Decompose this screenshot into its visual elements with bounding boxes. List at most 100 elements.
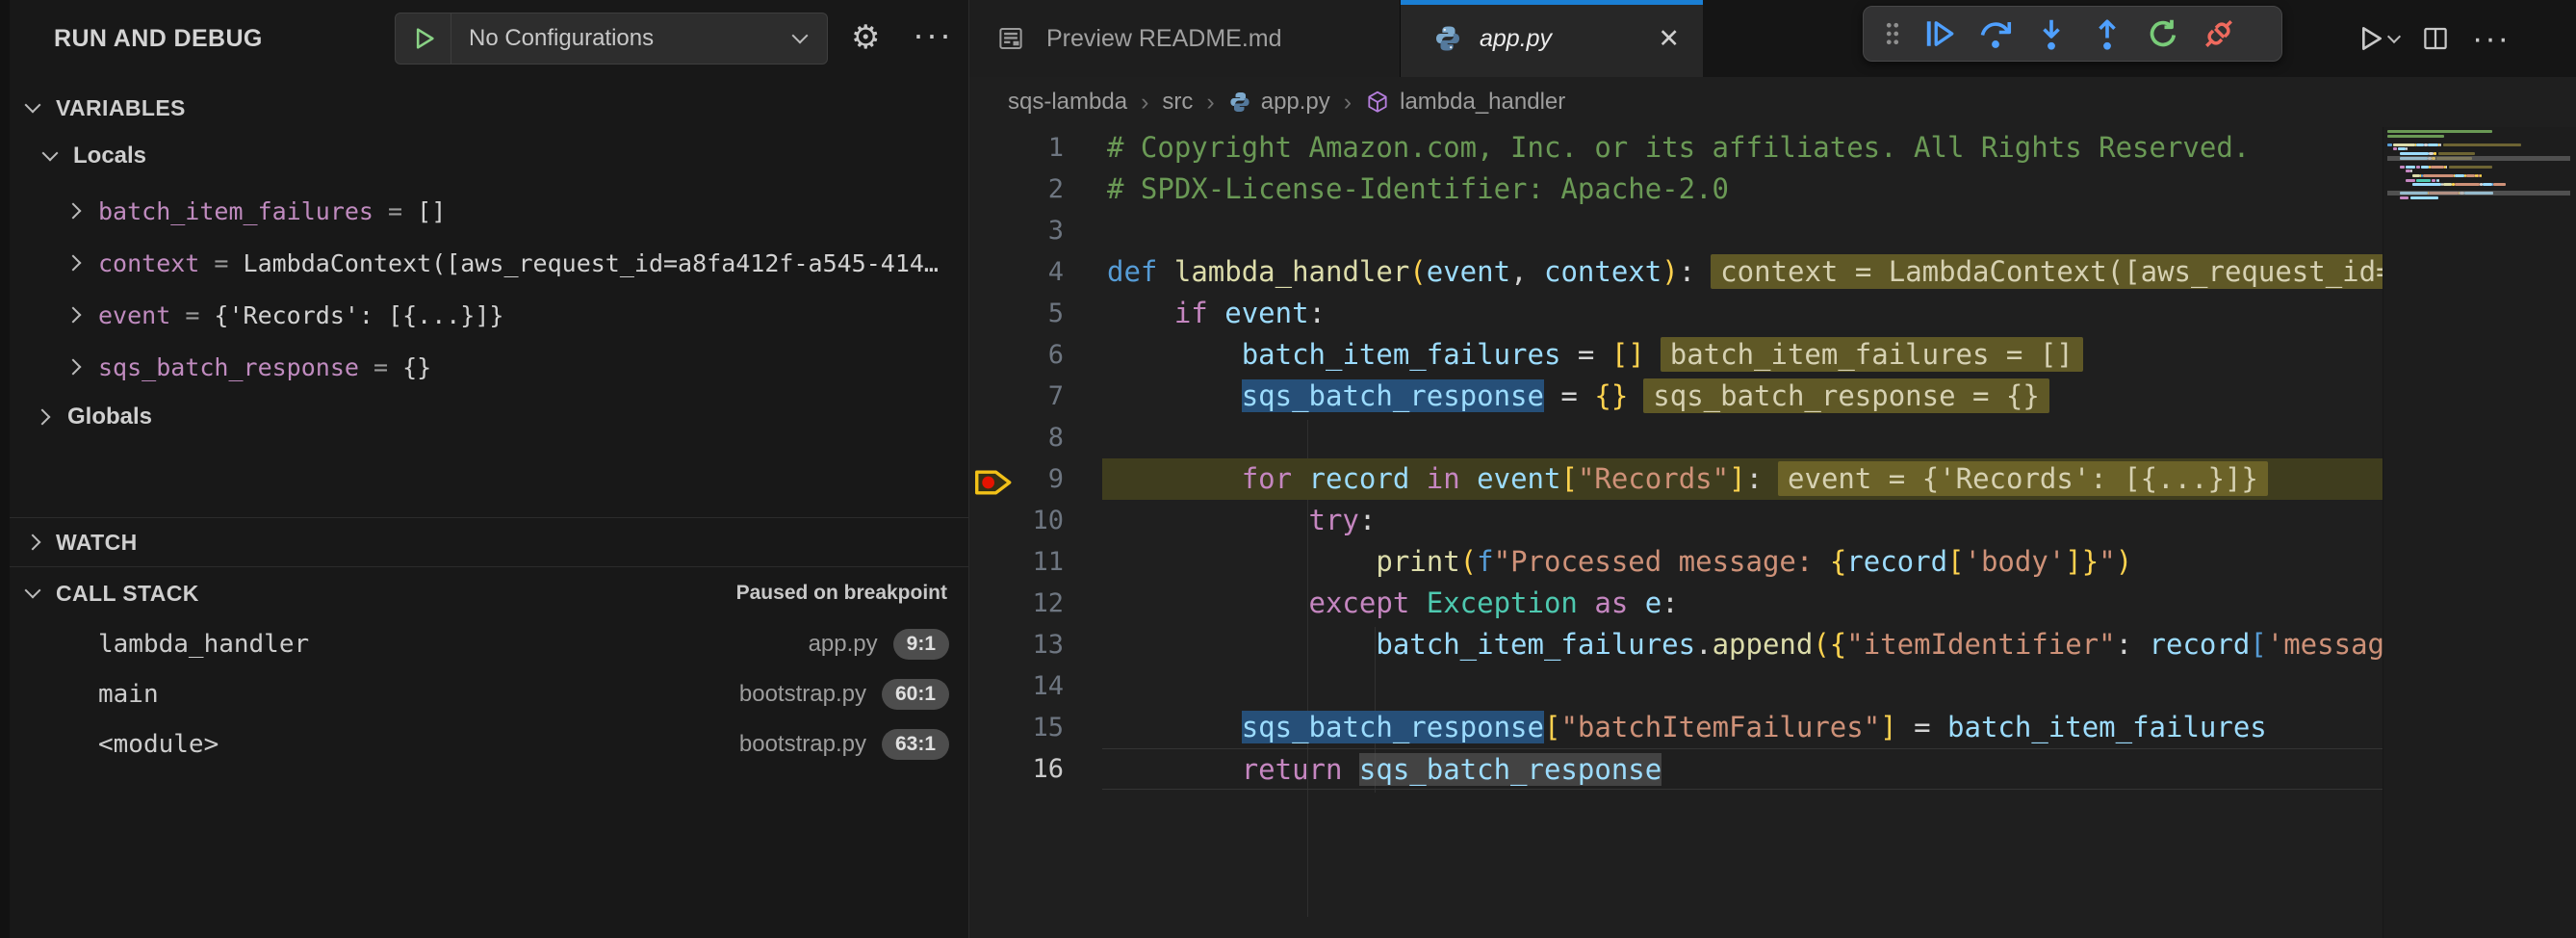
minimap[interactable] bbox=[2383, 127, 2576, 938]
line-number[interactable]: 1 bbox=[969, 127, 1064, 169]
equals-sign: = bbox=[170, 301, 214, 329]
minimap-line-bar bbox=[2416, 179, 2430, 182]
line-number[interactable]: 5 bbox=[969, 293, 1064, 334]
locals-group[interactable]: Locals bbox=[10, 133, 968, 179]
variables-section-header[interactable]: VARIABLES bbox=[10, 87, 968, 129]
minimap-line-bar bbox=[2438, 152, 2475, 155]
minimap-line-bar bbox=[2439, 143, 2441, 146]
inline-debug-value: context = LambdaContext([aws_request_id=… bbox=[1711, 254, 2383, 289]
editor-tab-bar: Preview README.md app.py ✕ bbox=[969, 0, 2576, 77]
split-editor-icon[interactable] bbox=[2412, 15, 2459, 62]
debug-configuration-label: No Configurations bbox=[451, 25, 794, 52]
line-number[interactable]: 7 bbox=[969, 376, 1064, 417]
line-number[interactable]: 8 bbox=[969, 417, 1064, 458]
minimap-line-bar bbox=[2387, 143, 2392, 146]
code-line-9[interactable]: for record in event["Records"]:event = {… bbox=[1102, 458, 2383, 500]
step-into-icon[interactable] bbox=[2023, 11, 2079, 57]
breadcrumb-folder[interactable]: sqs-lambda bbox=[1008, 89, 1127, 116]
code-line-16[interactable]: return sqs_batch_response bbox=[1102, 748, 2383, 790]
code-token: . bbox=[1695, 628, 1712, 661]
minimap-line-bar bbox=[2480, 174, 2482, 177]
activity-bar-edge bbox=[0, 0, 10, 938]
minimap-line-bar bbox=[2412, 174, 2420, 177]
code-line-10[interactable]: try: bbox=[1102, 500, 2383, 541]
code-line-11[interactable]: print(f"Processed message: {record['body… bbox=[1102, 541, 2383, 583]
line-number[interactable]: 12 bbox=[969, 583, 1064, 624]
drag-handle-icon[interactable] bbox=[1873, 11, 1912, 57]
minimap-line-bar bbox=[2393, 147, 2396, 150]
disconnect-icon[interactable] bbox=[2191, 11, 2247, 57]
variable-row-context[interactable]: context = LambdaContext([aws_request_id=… bbox=[10, 237, 968, 289]
code-line-8[interactable] bbox=[1102, 417, 2383, 458]
code-line-15[interactable]: sqs_batch_response["batchItemFailures"] … bbox=[1102, 707, 2383, 748]
breadcrumb-symbol[interactable]: lambda_handler bbox=[1365, 89, 1565, 116]
code-token: in bbox=[1427, 462, 1460, 495]
run-and-debug-sidebar: RUN AND DEBUG No Configurations ⚙ ··· VA… bbox=[10, 0, 969, 938]
stack-frame-lambda-handler[interactable]: lambda_handler app.py 9:1 bbox=[10, 619, 968, 669]
code-line-4[interactable]: def lambda_handler(event, context):conte… bbox=[1102, 251, 2383, 293]
line-number[interactable]: 9 bbox=[969, 458, 1064, 500]
call-stack-section-header[interactable]: CALL STACK Paused on breakpoint bbox=[10, 567, 968, 619]
chevron-right-icon bbox=[65, 255, 82, 272]
line-number[interactable]: 14 bbox=[969, 665, 1064, 707]
code-token bbox=[1460, 462, 1477, 495]
continue-icon[interactable] bbox=[1912, 11, 1968, 57]
line-number[interactable]: 13 bbox=[969, 624, 1064, 665]
tab-preview-readme[interactable]: Preview README.md bbox=[969, 0, 1401, 77]
code-line-14[interactable] bbox=[1102, 665, 2383, 707]
python-icon bbox=[1433, 24, 1462, 53]
code-token: ] bbox=[1729, 462, 1745, 495]
step-out-icon[interactable] bbox=[2079, 11, 2135, 57]
gear-icon[interactable]: ⚙ bbox=[851, 0, 880, 77]
code-token bbox=[1107, 462, 1242, 495]
debug-configuration-select[interactable]: No Configurations bbox=[395, 13, 828, 65]
stack-frame-module[interactable]: <module> bootstrap.py 63:1 bbox=[10, 719, 968, 769]
tab-app-py[interactable]: app.py ✕ bbox=[1401, 0, 1703, 77]
restart-icon[interactable] bbox=[2135, 11, 2191, 57]
step-over-icon[interactable] bbox=[1968, 11, 2023, 57]
code-line-12[interactable]: except Exception as e: bbox=[1102, 583, 2383, 624]
code-token: record bbox=[2150, 628, 2251, 661]
variable-row-sqs-batch-response[interactable]: sqs_batch_response = {} bbox=[10, 341, 968, 393]
stack-frame-main[interactable]: main bootstrap.py 60:1 bbox=[10, 669, 968, 719]
minimap-line-bar bbox=[2400, 196, 2409, 199]
close-icon[interactable]: ✕ bbox=[1658, 24, 1680, 54]
line-number[interactable]: 10 bbox=[969, 500, 1064, 541]
breadcrumb-separator: › bbox=[1206, 89, 1214, 117]
breadcrumb-folder[interactable]: src bbox=[1162, 89, 1193, 116]
editor-more-actions-icon[interactable]: ··· bbox=[2472, 20, 2511, 58]
start-debugging-icon[interactable] bbox=[396, 13, 451, 64]
code-line-13[interactable]: batch_item_failures.append({"itemIdentif… bbox=[1102, 624, 2383, 665]
line-number[interactable]: 15 bbox=[969, 707, 1064, 748]
code-line-3[interactable] bbox=[1102, 210, 2383, 251]
line-number[interactable]: 11 bbox=[969, 541, 1064, 583]
watch-section-header[interactable]: WATCH bbox=[10, 518, 968, 566]
code-token bbox=[1292, 462, 1308, 495]
code-line-6[interactable]: batch_item_failures = []batch_item_failu… bbox=[1102, 334, 2383, 376]
line-number[interactable]: 2 bbox=[969, 169, 1064, 210]
line-number[interactable]: 16 bbox=[969, 748, 1064, 790]
code-line-7[interactable]: sqs_batch_response = {}sqs_batch_respons… bbox=[1102, 376, 2383, 417]
line-number[interactable]: 3 bbox=[969, 210, 1064, 251]
code-token bbox=[1409, 462, 1426, 495]
code-token: return bbox=[1242, 753, 1343, 786]
variable-row-batch-item-failures[interactable]: batch_item_failures = [] bbox=[10, 185, 968, 237]
editor-actions: ··· bbox=[2355, 0, 2576, 77]
run-python-file-button[interactable] bbox=[2355, 23, 2405, 54]
code-token bbox=[1107, 504, 1309, 536]
code-line-5[interactable]: if event: bbox=[1102, 293, 2383, 334]
code-line-2[interactable]: # SPDX-License-Identifier: Apache-2.0 bbox=[1102, 169, 2383, 210]
editor-group: Preview README.md app.py ✕ bbox=[969, 0, 2576, 938]
code-editor[interactable]: # Copyright Amazon.com, Inc. or its affi… bbox=[1102, 127, 2383, 938]
frame-position-badge: 60:1 bbox=[882, 679, 949, 710]
sidebar-more-actions-icon[interactable]: ··· bbox=[913, 0, 953, 77]
variable-row-event[interactable]: event = {'Records': [{...}]} bbox=[10, 289, 968, 341]
line-number[interactable]: 6 bbox=[969, 334, 1064, 376]
minimap-line-bar bbox=[2431, 166, 2444, 169]
globals-group[interactable]: Globals bbox=[10, 393, 968, 441]
code-line-1[interactable]: # Copyright Amazon.com, Inc. or its affi… bbox=[1102, 127, 2383, 169]
line-number[interactable]: 4 bbox=[969, 251, 1064, 293]
code-token bbox=[1578, 586, 1594, 619]
breadcrumb-file[interactable]: app.py bbox=[1228, 89, 1330, 116]
inline-debug-value: event = {'Records': [{...}]} bbox=[1778, 461, 2268, 496]
